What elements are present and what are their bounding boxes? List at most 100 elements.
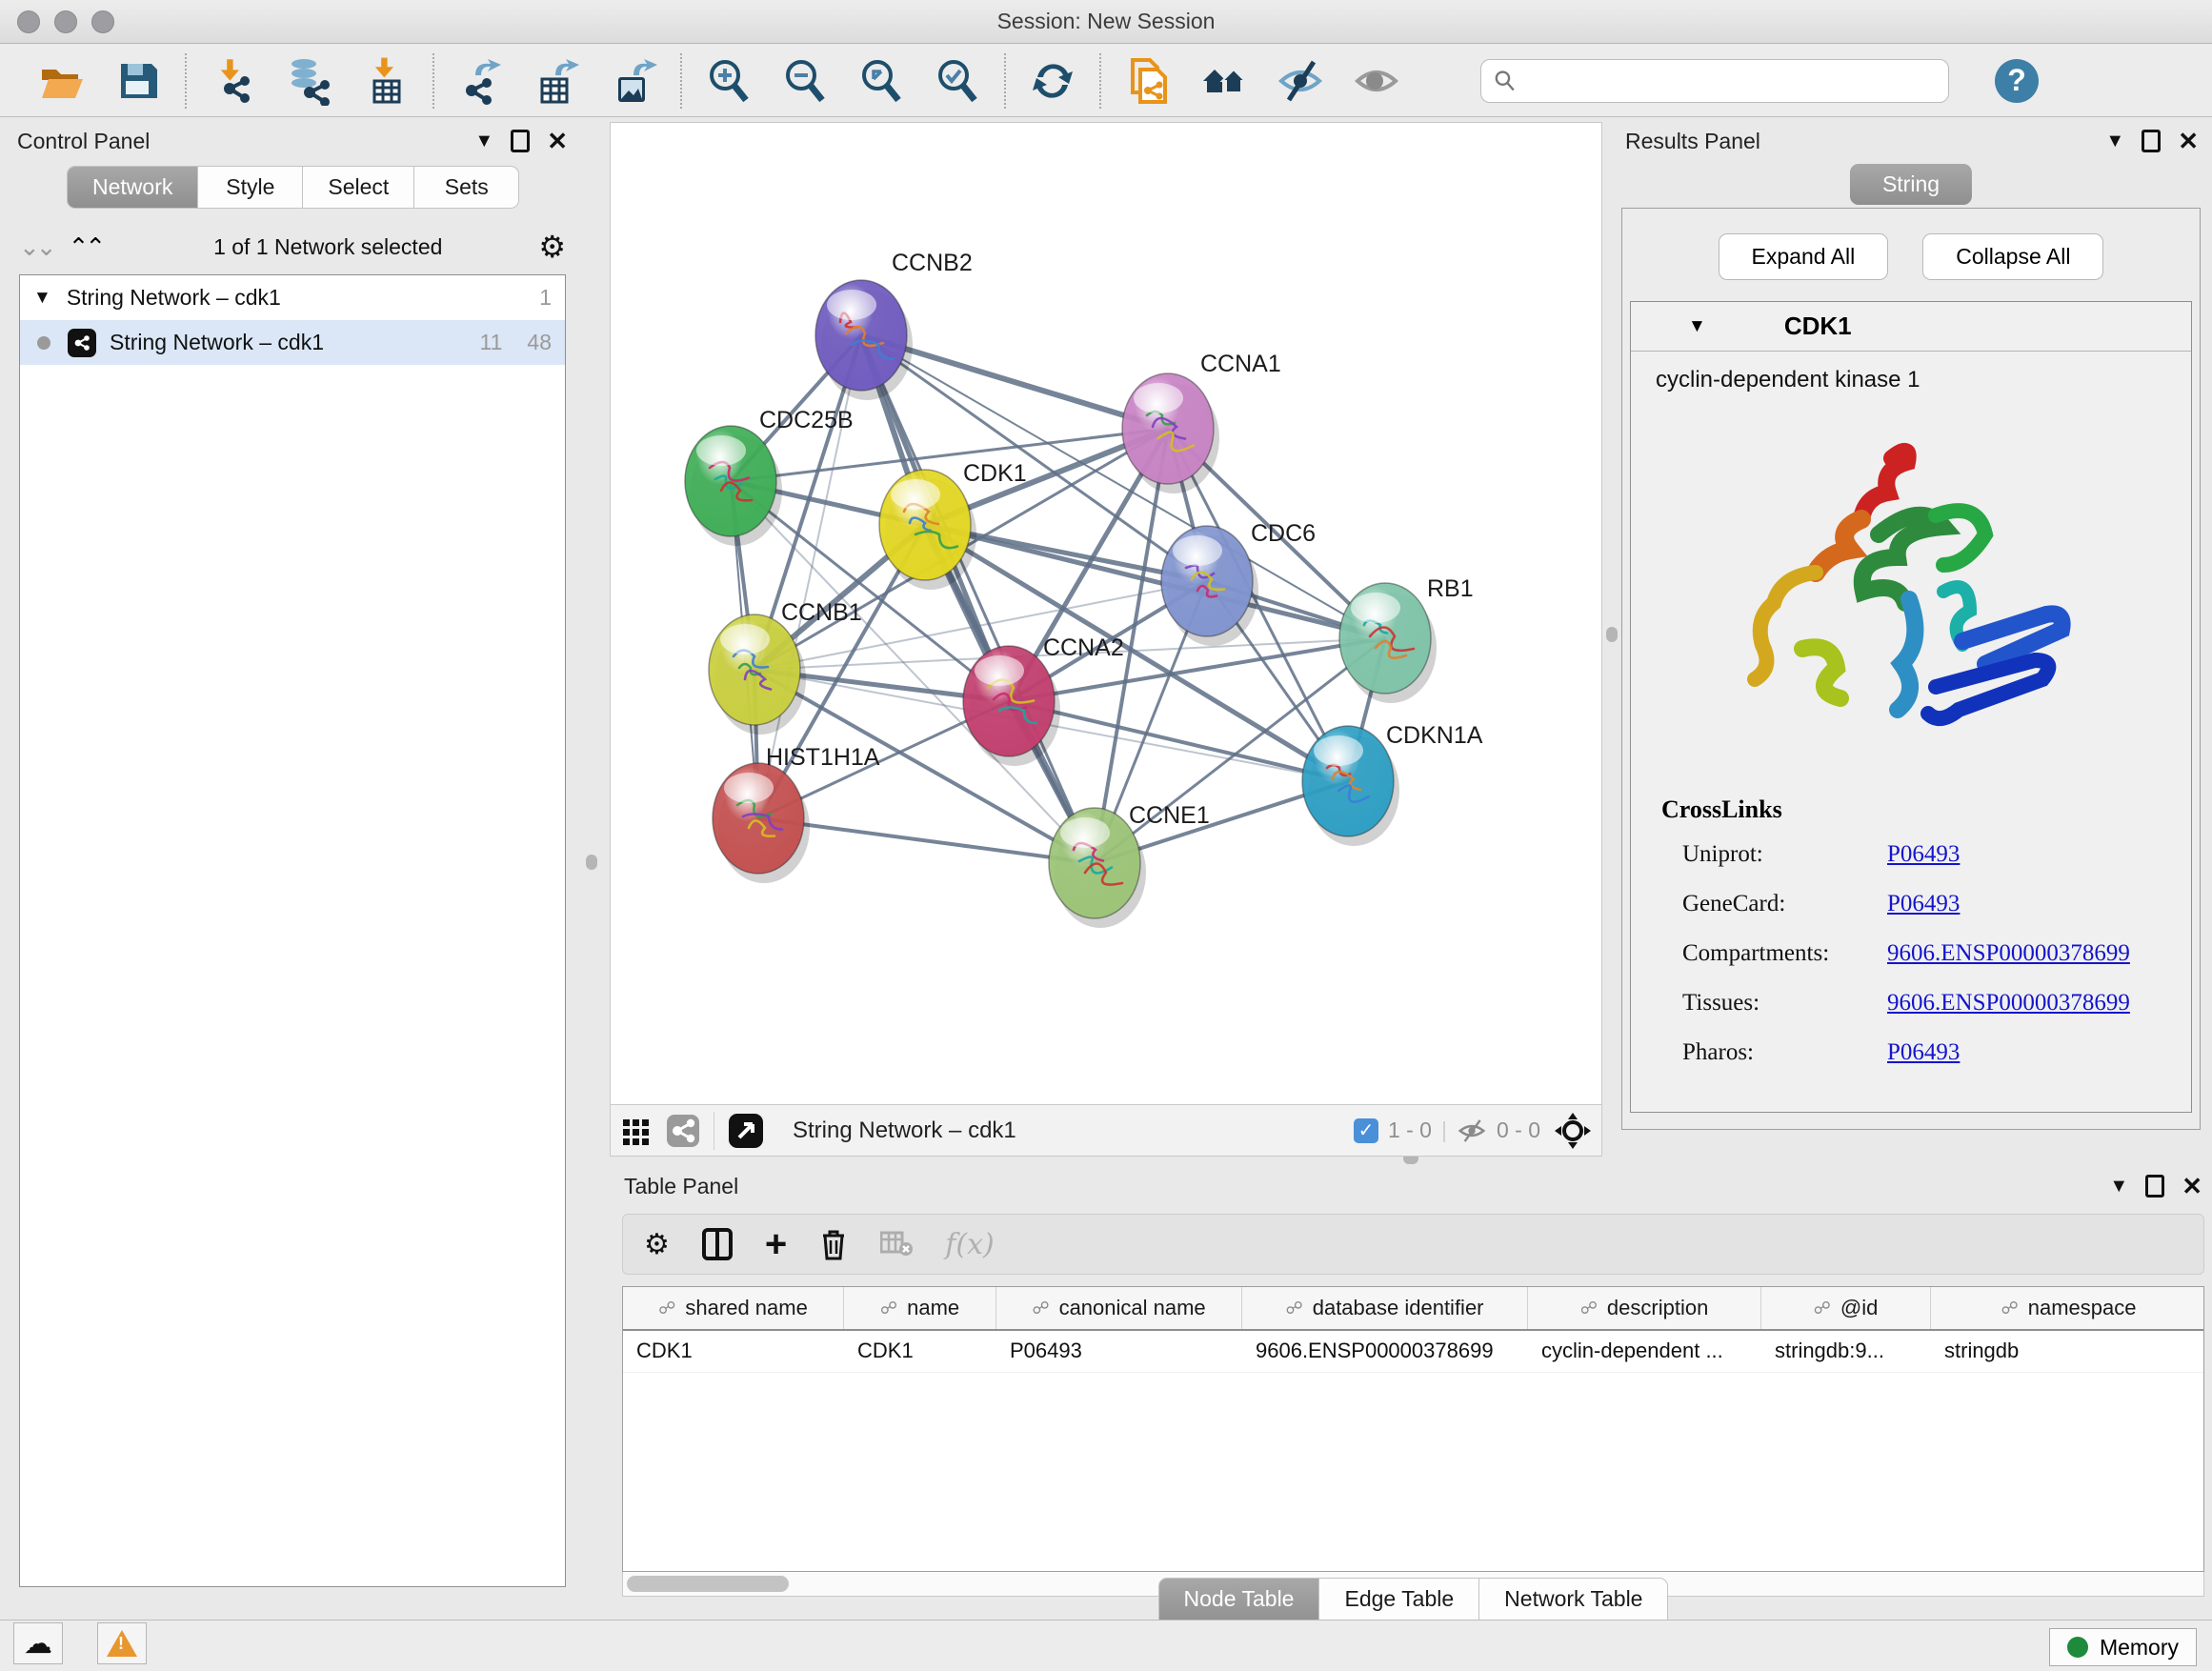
- collapse-tree-icon[interactable]: ⌃⌃: [69, 232, 103, 262]
- float-panel-icon[interactable]: [511, 130, 530, 152]
- results-close-icon[interactable]: ✕: [2178, 127, 2199, 156]
- column-header-databaseidentifier[interactable]: ☍database identifier: [1242, 1287, 1528, 1329]
- table-menu-icon[interactable]: ▼: [2109, 1176, 2128, 1198]
- expand-tree-icon[interactable]: ⌄⌄: [19, 232, 53, 262]
- warnings-button[interactable]: [97, 1622, 147, 1664]
- network-edge[interactable]: [925, 525, 1385, 638]
- show-column-icon[interactable]: [702, 1228, 733, 1260]
- column-header-namespace[interactable]: ☍namespace: [1931, 1287, 2204, 1329]
- zoom-out-icon[interactable]: [779, 55, 831, 107]
- column-header-canonicalname[interactable]: ☍canonical name: [996, 1287, 1242, 1329]
- column-type-icon: ☍: [1285, 1299, 1302, 1319]
- node-label: CCNE1: [1129, 802, 1210, 829]
- grid-view-icon[interactable]: [620, 1115, 653, 1147]
- import-table-file-icon[interactable]: [360, 55, 412, 107]
- memory-button[interactable]: Memory: [2049, 1628, 2197, 1666]
- collection-expander-icon[interactable]: ▼: [33, 288, 51, 309]
- network-node-CCNB2[interactable]: CCNB2: [815, 250, 973, 400]
- collapse-all-button[interactable]: Collapse All: [1922, 233, 2103, 280]
- minimize-window-button[interactable]: [54, 10, 77, 33]
- node-table: ☍shared name☍name☍canonical name☍databas…: [622, 1286, 2204, 1572]
- table-options-gear-icon[interactable]: ⚙: [644, 1228, 670, 1261]
- table-row[interactable]: CDK1CDK1P064939606.ENSP00000378699cyclin…: [623, 1331, 2203, 1373]
- network-collection-row[interactable]: ▼ String Network – cdk1 1: [20, 275, 565, 320]
- tab-style[interactable]: Style: [198, 166, 303, 209]
- show-all-icon[interactable]: [1351, 55, 1402, 107]
- table-cell: stringdb:9...: [1761, 1331, 1931, 1372]
- column-type-icon: ☍: [1032, 1299, 1049, 1319]
- first-neighbors-icon[interactable]: [1198, 55, 1250, 107]
- import-network-file-icon[interactable]: [208, 55, 259, 107]
- search-input[interactable]: [1517, 69, 1937, 93]
- delete-table-icon: [880, 1231, 913, 1258]
- import-network-database-icon[interactable]: [284, 55, 335, 107]
- tissues-link[interactable]: 9606.ENSP00000378699: [1887, 990, 2130, 1017]
- zoom-in-icon[interactable]: [703, 55, 754, 107]
- node-label: CDKN1A: [1386, 722, 1483, 749]
- left-splitter-handle[interactable]: [586, 855, 597, 870]
- network-node-CCNB1[interactable]: CCNB1: [709, 599, 862, 735]
- network-node-CDKN1A[interactable]: CDKN1A: [1302, 722, 1483, 846]
- network-canvas[interactable]: CCNB2CCNA1CDC25BCDK1CDC6RB1CCNB1CCNA2CDK…: [610, 122, 1602, 1105]
- close-panel-icon[interactable]: ✕: [547, 127, 568, 156]
- network-node-CDC6[interactable]: CDC6: [1161, 520, 1316, 646]
- tab-string[interactable]: String: [1850, 164, 1972, 205]
- cloud-icon: ☁: [24, 1627, 52, 1661]
- network-node-CCNA1[interactable]: CCNA1: [1122, 351, 1281, 493]
- maximize-window-button[interactable]: [91, 10, 114, 33]
- cloud-status-button[interactable]: ☁: [13, 1622, 63, 1664]
- network-icon: [68, 329, 96, 357]
- expand-all-button[interactable]: Expand All: [1719, 233, 1889, 280]
- table-close-icon[interactable]: ✕: [2182, 1172, 2202, 1201]
- table-cell: CDK1: [623, 1331, 844, 1372]
- zoom-selected-icon[interactable]: [932, 55, 983, 107]
- network-node-CCNE1[interactable]: CCNE1: [1049, 802, 1210, 928]
- export-image-icon[interactable]: [608, 55, 659, 107]
- column-type-icon: ☍: [658, 1299, 675, 1319]
- column-header-id[interactable]: ☍@id: [1761, 1287, 1931, 1329]
- network-node-CCNA2[interactable]: CCNA2: [963, 634, 1124, 766]
- close-window-button[interactable]: [17, 10, 40, 33]
- column-header-sharedname[interactable]: ☍shared name: [623, 1287, 844, 1329]
- new-network-from-selection-icon[interactable]: [1122, 55, 1174, 107]
- network-node-CDC25B[interactable]: CDC25B: [685, 407, 854, 546]
- export-table-icon[interactable]: [532, 55, 583, 107]
- apply-layout-icon[interactable]: [1027, 55, 1078, 107]
- compartments-link[interactable]: 9606.ENSP00000378699: [1887, 940, 2130, 967]
- crosslink-label: GeneCard:: [1682, 891, 1887, 917]
- genecard-link[interactable]: P06493: [1887, 891, 1960, 917]
- zoom-fit-icon[interactable]: [855, 55, 907, 107]
- network-badge-icon[interactable]: [666, 1114, 700, 1148]
- table-float-icon[interactable]: [2145, 1175, 2164, 1198]
- right-splitter-handle[interactable]: [1606, 627, 1618, 642]
- delete-column-icon[interactable]: [819, 1228, 848, 1260]
- results-float-icon[interactable]: [2142, 130, 2161, 152]
- table-cell: 9606.ENSP00000378699: [1242, 1331, 1528, 1372]
- entry-expander-icon[interactable]: ▼: [1688, 316, 1706, 337]
- crosslinks-title: CrossLinks: [1661, 795, 2191, 824]
- create-column-icon[interactable]: +: [765, 1223, 787, 1266]
- scrollbar-thumb[interactable]: [627, 1576, 789, 1592]
- results-menu-icon[interactable]: ▼: [2105, 131, 2124, 152]
- network-edge[interactable]: [861, 335, 1095, 863]
- open-session-icon[interactable]: [36, 55, 88, 107]
- column-header-name[interactable]: ☍name: [844, 1287, 996, 1329]
- network-row[interactable]: String Network – cdk1 11 48: [20, 320, 565, 365]
- network-node-RB1[interactable]: RB1: [1339, 575, 1474, 703]
- navigator-crosshair-icon[interactable]: [1554, 1112, 1592, 1150]
- birds-eye-view-icon[interactable]: [728, 1113, 764, 1149]
- uniprot-link[interactable]: P06493: [1887, 841, 1960, 868]
- tab-sets[interactable]: Sets: [414, 166, 519, 209]
- pharos-link[interactable]: P06493: [1887, 1039, 1960, 1066]
- tab-network[interactable]: Network: [67, 166, 198, 209]
- tab-select[interactable]: Select: [303, 166, 414, 209]
- save-session-icon[interactable]: [112, 55, 164, 107]
- column-header-description[interactable]: ☍description: [1528, 1287, 1761, 1329]
- help-button[interactable]: ?: [1995, 59, 2039, 103]
- panel-menu-icon[interactable]: ▼: [474, 131, 493, 152]
- selected-nodes-checkbox-icon[interactable]: ✓: [1354, 1118, 1378, 1143]
- hide-selected-icon[interactable]: [1275, 55, 1326, 107]
- export-network-icon[interactable]: [455, 55, 507, 107]
- network-node-HIST1H1A[interactable]: HIST1H1A: [713, 744, 880, 883]
- network-options-gear-icon[interactable]: ⚙: [538, 229, 566, 265]
